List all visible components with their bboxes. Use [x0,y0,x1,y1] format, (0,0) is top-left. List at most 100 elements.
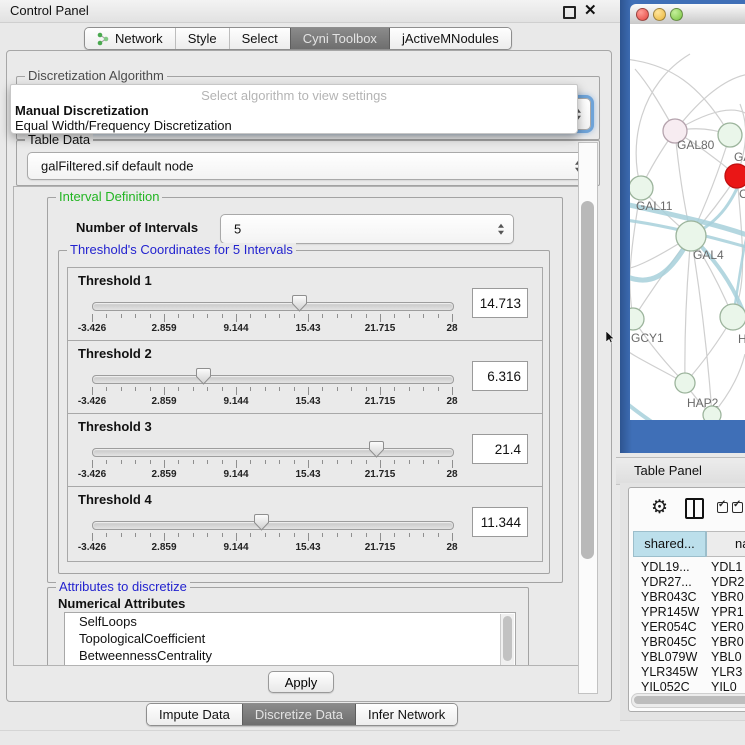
tick-mark [351,387,352,391]
slider-track[interactable] [92,302,454,311]
tick-mark [222,533,223,537]
tab-jactivemnodules[interactable]: jActiveMNodules [389,28,511,49]
tick-mark [178,460,179,464]
gear-icon[interactable]: ⚙ [651,498,668,517]
tab-select[interactable]: Select [229,28,290,49]
scrollbar-thumb[interactable] [581,201,594,559]
attribute-list-item[interactable]: TopologicalCoefficient [65,630,515,647]
tick-mark [236,460,237,468]
tick-mark [265,533,266,537]
tick-mark [380,460,381,468]
network-edge[interactable] [685,236,691,383]
network-node-gal4[interactable] [676,221,706,251]
table-data-value: galFiltered.sif default node [41,159,193,174]
checkbox-checked-icon[interactable] [717,502,728,513]
tab-infer-network[interactable]: Infer Network [355,704,457,725]
settings-scrollbar[interactable] [578,142,598,694]
table-row[interactable]: YPR145WYPR1 [633,605,745,620]
tab-label: Discretize Data [255,707,343,722]
tick-mark [92,460,93,468]
slider-thumb[interactable] [196,368,211,385]
tab-network[interactable]: Network [85,28,175,49]
tick-mark [308,387,309,395]
network-node-gcy1[interactable] [630,308,644,330]
tick-mark [394,460,395,464]
tick-mark [178,387,179,391]
column-header-shared-name[interactable]: shared... [633,531,706,557]
tab-impute-data[interactable]: Impute Data [147,704,242,725]
tick-mark [423,387,424,391]
threshold-panel-2: Threshold 2-3.4262.8599.14415.4321.71528… [67,340,543,416]
table-horizontal-scrollbar[interactable] [631,693,745,708]
network-node[interactable] [703,406,721,420]
cell-name: YER0 [711,620,744,635]
close-panel-icon[interactable]: ✕ [584,1,597,19]
zoom-traffic-light[interactable] [670,8,683,21]
network-edge[interactable] [633,319,685,383]
tab-style[interactable]: Style [175,28,229,49]
network-edge[interactable] [675,74,745,131]
popup-option-manual[interactable]: Manual Discretization [15,103,149,118]
slider-track[interactable] [92,448,454,457]
slider-track[interactable] [92,521,454,530]
tick-label: 15.43 [286,542,330,553]
table-row[interactable]: YER054CYER0 [633,620,745,635]
apply-button[interactable]: Apply [268,671,334,693]
checkbox-checked-icon[interactable] [732,502,743,513]
float-window-icon[interactable] [563,6,576,19]
table-data-combobox[interactable]: galFiltered.sif default node [27,152,591,180]
network-node-ga[interactable] [718,123,742,147]
network-node-gal11[interactable] [630,176,653,200]
tick-mark [322,460,323,464]
columns-icon[interactable] [685,498,704,519]
tick-mark [207,460,208,464]
slider-thumb[interactable] [254,514,269,531]
tick-mark [121,460,122,464]
network-canvas[interactable]: GAL80GACGAL11GAL4GCY1HHAP2 [630,24,745,420]
tick-mark [106,533,107,537]
table-data-group: Table Data galFiltered.sif default node [16,140,600,186]
table-row[interactable]: YBL079WYBL0 [633,650,745,665]
threshold-value-field[interactable]: 21.4 [472,434,528,464]
network-edge-highlighted[interactable] [630,402,670,420]
table-row[interactable]: YLR345WYLR3 [633,665,745,680]
numerical-attributes-label: Numerical Attributes [58,596,185,611]
column-header-name[interactable]: na [706,531,745,557]
table-row[interactable]: YBR045CYBR0 [633,635,745,650]
threshold-panel-3: Threshold 3-3.4262.8599.14415.4321.71528… [67,413,543,489]
tick-label: 21.715 [358,542,402,553]
attribute-list-item[interactable]: BetweennessCentrality [65,647,515,664]
slider-thumb[interactable] [369,441,384,458]
slider-track[interactable] [92,375,454,384]
tick-mark [236,387,237,395]
popup-option-equal-width[interactable]: Equal Width/Frequency Discretization [15,118,232,133]
attribute-list-item[interactable]: SelfLoops [65,613,515,630]
threshold-value-field[interactable]: 14.713 [472,288,528,318]
numerical-attributes-list[interactable]: SelfLoopsTopologicalCoefficientBetweenne… [64,612,516,666]
table-row[interactable]: YDL19...YDL1 [633,560,745,575]
slider-thumb[interactable] [292,295,307,312]
tick-mark [150,314,151,318]
threshold-value-field[interactable]: 6.316 [472,361,528,391]
tick-label: 2.859 [142,396,186,407]
tick-mark [409,533,410,537]
close-traffic-light[interactable] [636,8,649,21]
tick-mark [294,314,295,318]
tab-cyni-toolbox[interactable]: Cyni Toolbox [290,28,389,49]
network-node-h[interactable] [720,304,745,330]
number-of-intervals-combobox[interactable]: 5 [220,214,514,244]
tick-label: 15.43 [286,469,330,480]
tick-label: -3.426 [70,396,114,407]
tick-mark [279,387,280,391]
minimize-traffic-light[interactable] [653,8,666,21]
tab-discretize-data[interactable]: Discretize Data [242,704,355,725]
attributes-list-scrollbar[interactable] [500,614,514,666]
table-row[interactable]: YDR27...YDR2 [633,575,745,590]
table-row[interactable]: YBR043CYBR0 [633,590,745,605]
popup-hint: Select algorithm to view settings [11,88,577,103]
network-window-titlebar[interactable] [630,4,745,25]
network-node-c[interactable] [725,164,745,188]
tick-mark [178,533,179,537]
threshold-value-field[interactable]: 11.344 [472,507,528,537]
network-node-hap2[interactable] [675,373,695,393]
